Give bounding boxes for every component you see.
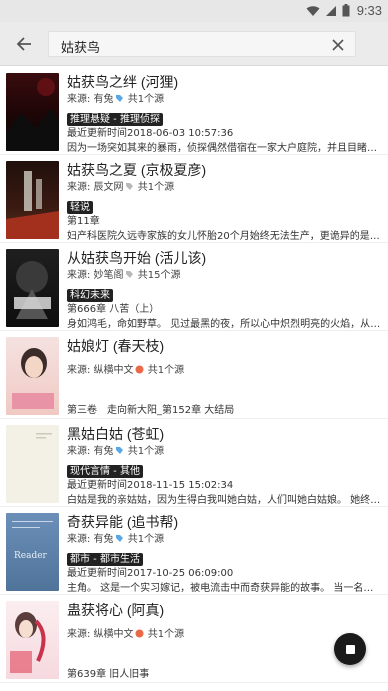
arrow-back-icon [16,37,31,51]
category-badge: 现代言情 - 其他 [67,465,143,478]
book-cover [6,601,59,679]
book-cover: Reader [6,513,59,591]
book-cover [6,249,59,327]
tag-icon [115,95,123,102]
stop-search-button[interactable] [334,633,366,665]
latest-chapter: 第666章 八苦（上） [67,304,160,315]
list-item[interactable]: 从姑获鸟开始 (活儿该) 来源: 妙笔阁 共15个源 科幻未来 第666章 八苦… [0,245,388,331]
signal-icon [325,5,336,16]
book-source: 来源: 纵横中文 共1个源 [67,365,185,376]
update-time: 最近更新时间2018-06-03 10:57:36 [67,128,234,139]
latest-chapter: 第639章 旧人旧事 [67,669,150,680]
clear-search-button[interactable] [329,36,347,54]
tag-icon [135,629,144,638]
category-badge: 科幻未来 [67,289,113,302]
search-query: 姑获鸟 [61,41,101,56]
battery-icon [342,4,350,17]
list-item[interactable]: 姑娘灯 (春天枝) 来源: 纵横中文 共1个源 第三卷 走向新大阳_第152章 … [0,333,388,419]
status-icons: 9:33 [306,3,382,18]
book-source: 来源: 有兔 共1个源 [67,94,165,105]
category-badge: 轻说 [67,201,93,214]
latest-chapter: 第11章 [67,216,100,227]
book-source: 来源: 妙笔阁 共15个源 [67,270,181,281]
book-source: 来源: 纵横中文 共1个源 [67,629,185,640]
list-item[interactable]: 蛊获将心 (阿真) 来源: 纵横中文 共1个源 第639章 旧人旧事 [0,597,388,683]
latest-chapter: 第三卷 走向新大阳_第152章 大结局 [67,405,235,416]
book-title: 黑姑白姑 (苍虹) [67,426,165,442]
book-title: 姑获鸟之夏 (京极夏彦) [67,162,207,178]
category-badge: 都市 - 都市生活 [67,553,143,566]
book-source: 来源: 辰文网 共1个源 [67,182,175,193]
list-item[interactable]: Reader 奇获异能 (追书帮) 来源: 有兔 共1个源 都市 - 都市生活 … [0,509,388,595]
tag-icon [125,271,133,278]
book-cover [6,425,59,503]
book-intro: 身如鸿毛，命如野草。 见过最黑的夜，所以心中炽烈明亮的火焰，从不… [67,319,382,330]
tag-icon [125,183,133,190]
status-time: 9:33 [356,3,382,18]
book-title: 奇获异能 (追书帮) [67,514,179,530]
tag-icon [115,535,123,542]
search-input[interactable]: 姑获鸟 [48,31,356,57]
book-source: 来源: 有兔 共1个源 [67,446,165,457]
list-item[interactable]: 黑姑白姑 (苍虹) 来源: 有兔 共1个源 现代言情 - 其他 最近更新时间20… [0,421,388,507]
search-toolbar: 姑获鸟 [0,22,388,66]
status-bar: 9:33 [0,0,388,22]
back-button[interactable] [10,30,38,58]
book-title: 姑获鸟之绊 (河狸) [67,74,179,90]
list-item[interactable]: 姑获鸟之绊 (河狸) 来源: 有兔 共1个源 推理悬疑 - 推理侦探 最近更新时… [0,69,388,155]
update-time: 最近更新时间2017-10-25 06:09:00 [67,568,234,579]
tag-icon [115,447,123,454]
book-cover [6,161,59,239]
book-intro: 主角。 这是一个实习嫁记，被电流击中而奇获异能的故事。 当一名陌生… [67,583,382,594]
update-time: 最近更新时间2018-11-15 15:02:34 [67,480,234,491]
list-item[interactable]: 姑获鸟之夏 (京极夏彦) 来源: 辰文网 共1个源 轻说 第11章 妇产科医院久… [0,157,388,243]
cover-title: Reader [14,551,47,561]
close-icon [332,39,344,51]
book-intro: 妇产科医院久远寺家族的女儿怀胎20个月始终无法生产，更诡异的是，… [67,231,382,242]
tag-icon [135,365,144,374]
category-badge: 推理悬疑 - 推理侦探 [67,113,163,126]
stop-icon [345,644,355,654]
book-title: 蛊获将心 (阿真) [67,602,165,618]
wifi-icon [306,5,320,16]
book-intro: 白姑是我的亲姑姑，因为生得白我叫她白姑，人们叫她白姑娘。 她终细… [67,495,382,506]
book-source: 来源: 有兔 共1个源 [67,534,165,545]
search-results-list[interactable]: 姑获鸟之绊 (河狸) 来源: 有兔 共1个源 推理悬疑 - 推理侦探 最近更新时… [0,66,388,691]
book-cover [6,73,59,151]
book-cover [6,337,59,415]
book-title: 从姑获鸟开始 (活儿该) [67,250,207,266]
book-intro: 因为一场突如其来的暴雨，侦探偶然借宿在一家大户庭院，并且目睹了… [67,143,382,154]
book-title: 姑娘灯 (春天枝) [67,338,165,354]
